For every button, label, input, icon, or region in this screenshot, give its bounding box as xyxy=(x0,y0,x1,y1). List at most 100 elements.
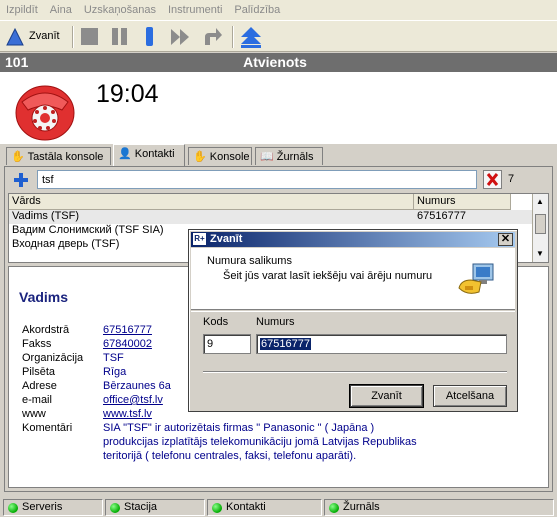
pause-icon[interactable] xyxy=(109,25,131,49)
call-button[interactable]: Zvanīt xyxy=(4,25,66,49)
hold-icon[interactable] xyxy=(139,25,161,49)
menu-help[interactable]: Palīdzība xyxy=(228,0,286,16)
search-row: 7 xyxy=(6,170,551,190)
hand-pointer-icon: ✋ xyxy=(193,151,207,163)
search-input[interactable] xyxy=(37,170,477,189)
menu-view[interactable]: Aina xyxy=(44,0,78,16)
dialog-title-bar[interactable]: R+ Zvanīt ✕ xyxy=(191,232,515,247)
status-station: Stacija xyxy=(105,499,205,516)
green-led-icon xyxy=(8,503,18,513)
cell-name: Vadims (TSF) xyxy=(12,210,80,222)
email-link[interactable]: office@tsf.lv xyxy=(103,394,163,406)
clear-search-icon[interactable] xyxy=(483,170,502,189)
scroll-thumb[interactable] xyxy=(535,214,546,234)
field-label: Adrese xyxy=(22,380,57,392)
status-bar: Serveris Stacija Kontakti Žurnāls xyxy=(0,497,557,517)
dialog-subheading: Šeit jūs varat lasīt iekšēju vai ārēju n… xyxy=(223,270,433,282)
cancel-button[interactable]: Atcelšana xyxy=(433,385,507,407)
transfer-arrow-icon[interactable] xyxy=(201,25,225,49)
connection-state: Atvienots xyxy=(243,54,307,70)
comment-line: SIA "TSF" ir autorizētais firmas " Panas… xyxy=(103,422,375,434)
menu-run[interactable]: Izpildīt xyxy=(0,0,44,16)
fast-forward-icon[interactable] xyxy=(169,25,193,49)
person-icon: 👤 xyxy=(118,148,132,160)
code-label: Kods xyxy=(203,316,229,328)
field-label: Fakss xyxy=(22,338,52,350)
result-count: 7 xyxy=(508,173,515,185)
phone-panel: 19:04 xyxy=(0,72,557,144)
column-header-name[interactable]: Vārds xyxy=(9,194,414,210)
cell-name: Входная дверь (TSF) xyxy=(12,238,120,250)
number-input-selection: 67516777 xyxy=(260,338,311,350)
phone-computer-icon xyxy=(458,263,494,294)
tab-label: Kontakti xyxy=(134,148,175,160)
address-value: Bērzaunes 6a xyxy=(103,380,171,392)
menu-bar: Izpildīt Aina Uzskaņošanas Instrumenti Palīd… xyxy=(0,0,557,21)
status-contacts: Kontakti xyxy=(207,499,322,516)
contact-name: Vadims xyxy=(19,289,69,305)
tab-label: Konsole xyxy=(209,151,250,163)
app-logo-icon: R+ xyxy=(193,233,206,245)
green-led-icon xyxy=(329,503,339,513)
comment-line: produkcijas izplatītājs telekomunikāciju… xyxy=(103,436,417,448)
field-label: Komentāri xyxy=(22,422,73,434)
status-label: Serveris xyxy=(22,501,63,513)
close-icon[interactable]: ✕ xyxy=(498,233,513,246)
dialog-heading: Numura salikums xyxy=(207,255,292,267)
column-header-number[interactable]: Numurs xyxy=(414,194,511,210)
menu-settings[interactable]: Uzskaņošanas xyxy=(78,0,162,16)
stop-icon[interactable] xyxy=(79,25,101,49)
tab-log[interactable]: 📖 Žurnāls xyxy=(255,147,323,165)
menu-tools[interactable]: Instrumenti xyxy=(162,0,228,16)
dialog-divider xyxy=(203,371,507,373)
city-value: Rīga xyxy=(103,366,127,378)
fax-link[interactable]: 67840002 xyxy=(103,338,152,350)
field-label: Organizācija xyxy=(22,352,84,364)
status-label: Kontakti xyxy=(226,501,266,513)
add-icon[interactable] xyxy=(13,172,29,188)
call-timer: 19:04 xyxy=(96,80,159,108)
dialog-title: Zvanīt xyxy=(210,233,243,245)
tab-label: Žurnāls xyxy=(276,151,314,163)
status-log: Žurnāls xyxy=(324,499,554,516)
toolbar-separator xyxy=(232,26,234,48)
status-server: Serveris xyxy=(3,499,103,516)
field-label: www xyxy=(22,408,46,420)
website-link[interactable]: www.tsf.lv xyxy=(103,408,152,420)
scroll-up-icon[interactable]: ▲ xyxy=(536,197,544,206)
call-triangle-icon xyxy=(6,28,24,46)
tab-contacts[interactable]: 👤 Kontakti xyxy=(113,144,185,166)
call-dialog: R+ Zvanīt ✕ Numura salikums Šeit jūs var… xyxy=(188,229,518,412)
toolbar-separator xyxy=(72,26,74,48)
tab-strip: ✋ Tastāla konsole 👤 Kontakti ✋ Konsole 📖… xyxy=(0,144,557,166)
table-row[interactable]: Vadims (TSF) 67516777 xyxy=(9,210,532,224)
status-label: Žurnāls xyxy=(343,501,380,513)
field-label: Akordstrā xyxy=(22,324,70,336)
number-label: Numurs xyxy=(256,316,295,328)
cell-number: 67516777 xyxy=(417,210,466,222)
green-led-icon xyxy=(110,503,120,513)
field-label: e-mail xyxy=(22,394,52,406)
extension-number: 101 xyxy=(5,54,29,70)
phone-link[interactable]: 67516777 xyxy=(103,324,152,336)
red-telephone-icon[interactable] xyxy=(14,80,76,142)
hand-pointer-icon: ✋ xyxy=(11,151,25,163)
tab-label: Tastāla konsole xyxy=(27,151,104,163)
eject-up-icon[interactable] xyxy=(239,25,263,49)
organization-value: TSF xyxy=(103,352,124,364)
line-status-bar: 101 Atvienots xyxy=(0,53,557,72)
status-label: Stacija xyxy=(124,501,158,513)
number-input[interactable]: 67516777 xyxy=(256,334,507,354)
scroll-down-icon[interactable]: ▼ xyxy=(536,249,544,258)
comment-line: teritorijā ( telefonu centrales, faksi, … xyxy=(103,450,357,462)
tab-console[interactable]: ✋ Konsole xyxy=(188,147,252,165)
dialog-header: Numura salikums Šeit jūs varat lasīt iek… xyxy=(191,248,515,310)
tab-keyboard-console[interactable]: ✋ Tastāla konsole xyxy=(6,147,111,165)
divider xyxy=(191,311,515,312)
table-scrollbar[interactable]: ▲ ▼ xyxy=(532,194,548,262)
field-label: Pilsēta xyxy=(22,366,56,378)
code-input[interactable]: 9 xyxy=(203,334,251,354)
cell-name: Вадим Слонимский (TSF SIA) xyxy=(12,224,164,236)
green-led-icon xyxy=(212,503,222,513)
dial-button[interactable]: Zvanīt xyxy=(349,384,424,408)
